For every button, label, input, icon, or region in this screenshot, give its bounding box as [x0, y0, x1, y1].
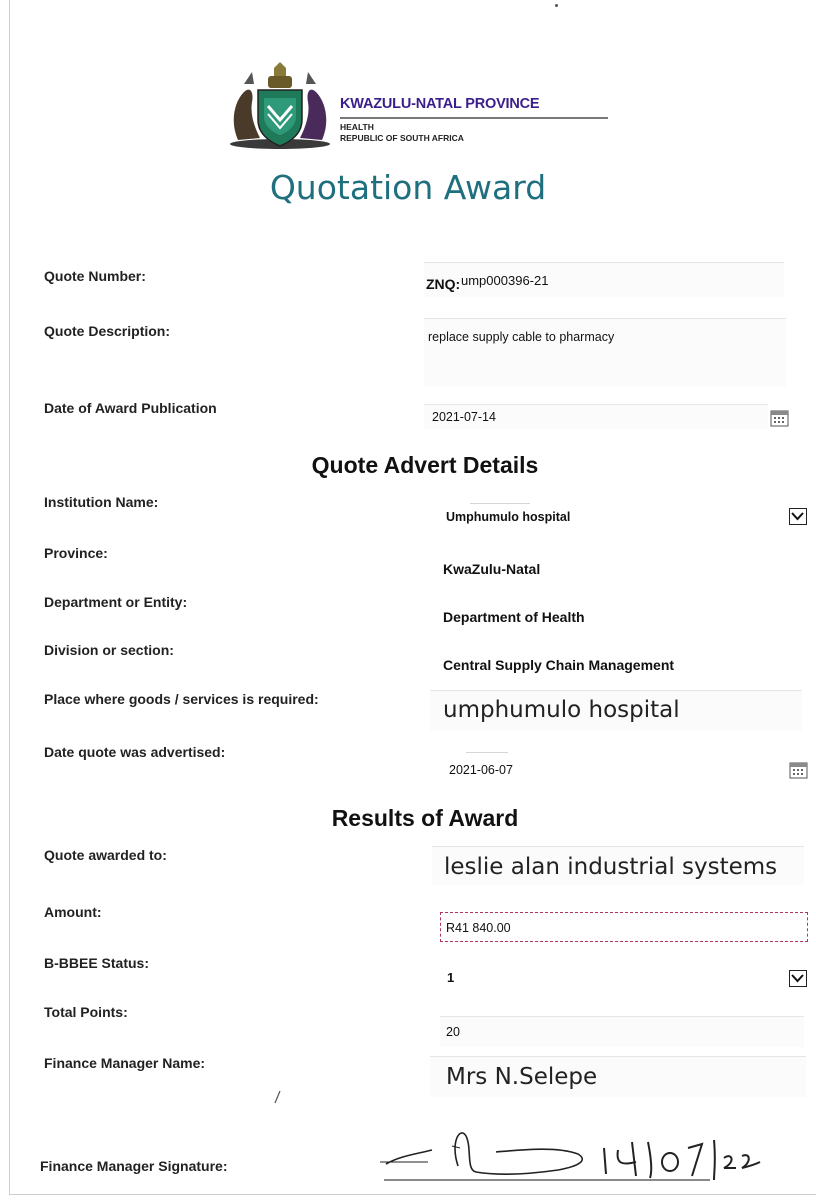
header-rule: [340, 117, 608, 119]
pen-stroke: [274, 1090, 281, 1104]
signature-image: [380, 1132, 761, 1181]
department-label: Department or Entity:: [44, 594, 188, 610]
field-line: [470, 503, 530, 504]
department-name: HEALTH: [340, 122, 374, 132]
quote-number-prefix: ZNQ:: [426, 276, 461, 292]
award-date-label: Date of Award Publication: [44, 400, 217, 416]
awarded-to-label: Quote awarded to:: [44, 847, 167, 863]
province-title: KWAZULU-NATAL PROVINCE: [340, 96, 540, 112]
chevron-down-icon: [791, 974, 804, 983]
advert-section-title: Quote Advert Details: [311, 452, 539, 478]
page-title: Quotation Award: [269, 168, 547, 207]
advertised-label: Date quote was advertised:: [44, 744, 226, 760]
signature-label: Finance Manager Signature:: [40, 1158, 228, 1174]
points-label: Total Points:: [44, 1004, 128, 1020]
division-value: Central Supply Chain Management: [443, 657, 675, 673]
calendar-icon[interactable]: [789, 762, 808, 779]
bbbee-value: 1: [447, 970, 455, 985]
quote-number-value: ump000396-21: [461, 273, 549, 288]
scan-speck: [555, 4, 558, 7]
province-value: KwaZulu-Natal: [443, 561, 541, 577]
advertised-value: 2021-06-07: [449, 763, 513, 777]
bbbee-dropdown[interactable]: [789, 970, 807, 987]
points-value: 20: [446, 1025, 460, 1039]
chevron-down-icon: [791, 512, 804, 521]
institution-value: Umphumulo hospital: [446, 510, 571, 524]
quote-description-field[interactable]: [424, 318, 786, 387]
country-name: REPUBLIC OF SOUTH AFRICA: [340, 133, 464, 143]
awarded-to-value: leslie alan industrial systems: [444, 854, 778, 880]
points-field[interactable]: [440, 1016, 804, 1047]
bbbee-label: B-BBEE Status:: [44, 955, 150, 971]
institution-label: Institution Name:: [44, 494, 159, 510]
quote-number-label: Quote Number:: [44, 268, 146, 284]
quote-description-label: Quote Description:: [44, 323, 171, 339]
place-label: Place where goods / services is required…: [44, 691, 319, 707]
department-value: Department of Health: [443, 609, 585, 625]
award-date-value: 2021-07-14: [432, 410, 496, 424]
division-label: Division or section:: [44, 642, 174, 658]
amount-value: R41 840.00: [446, 921, 511, 935]
province-label: Province:: [44, 545, 108, 561]
kzn-coat-of-arms-icon: [230, 62, 330, 149]
manager-value: Mrs N.Selepe: [446, 1064, 598, 1090]
results-section-title: Results of Award: [331, 805, 519, 831]
calendar-icon[interactable]: [770, 410, 789, 427]
amount-label: Amount:: [44, 904, 102, 920]
manager-label: Finance Manager Name:: [44, 1055, 206, 1071]
institution-dropdown[interactable]: [789, 508, 807, 525]
place-value: umphumulo hospital: [443, 697, 680, 723]
field-line: [466, 752, 508, 753]
quote-description-value: replace supply cable to pharmacy: [428, 330, 615, 344]
